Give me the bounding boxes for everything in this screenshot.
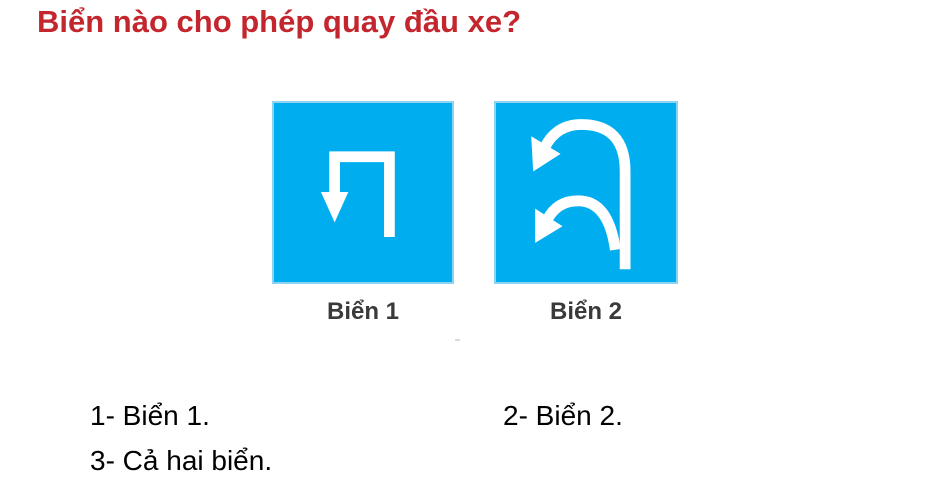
double-u-turn-arrow-icon — [531, 119, 631, 270]
sign-1-image — [272, 101, 454, 284]
sign-2-image — [494, 101, 678, 284]
sign-2-caption: Biển 2 — [549, 298, 623, 325]
sign-1-caption: Biển 1 — [326, 298, 400, 325]
answer-option-1[interactable]: 1- Biển 1. — [90, 399, 210, 433]
divider-mark — [455, 339, 460, 341]
u-turn-arrow-icon — [320, 151, 395, 237]
question-title: Biển nào cho phép quay đầu xe? — [37, 4, 522, 39]
answer-option-3[interactable]: 3- Cả hai biển. — [90, 444, 272, 478]
answer-option-2[interactable]: 2- Biển 2. — [503, 399, 623, 433]
